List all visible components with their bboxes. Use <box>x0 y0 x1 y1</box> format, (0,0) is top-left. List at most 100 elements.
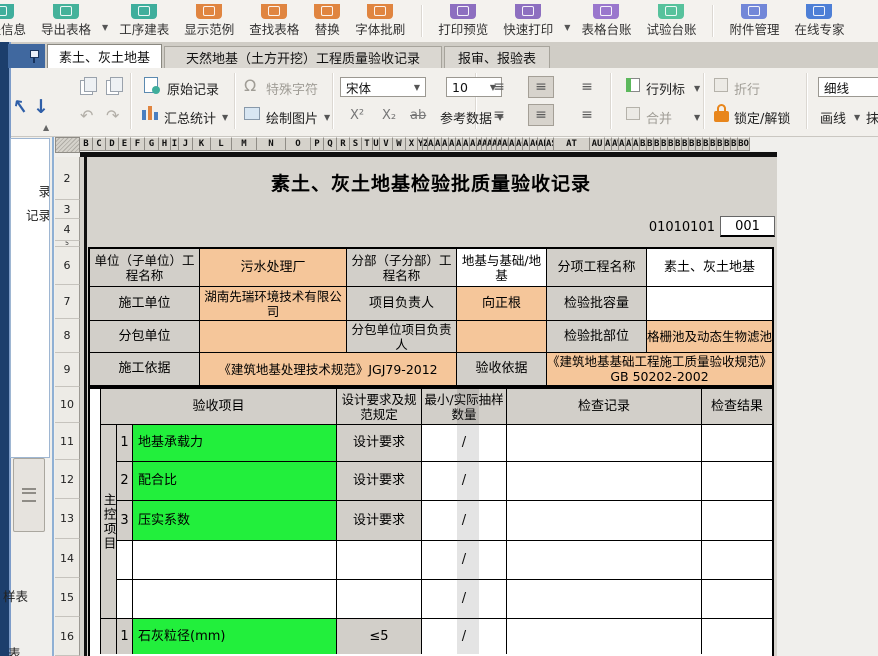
column-header-BM[interactable]: BM <box>724 137 731 151</box>
column-header-AO[interactable]: AO <box>516 137 523 151</box>
checklist-item-name[interactable]: 压实系数 <box>133 501 337 541</box>
valign-top-button[interactable]: ≡ <box>486 76 512 98</box>
checklist-item-name[interactable]: 配合比 <box>133 462 337 501</box>
row-header-14[interactable]: 14 <box>55 539 80 578</box>
column-header-BF[interactable]: BF <box>675 137 682 151</box>
redo-icon[interactable]: ↷ <box>106 106 119 125</box>
cell-project-leader-value[interactable]: 向正根 <box>457 287 547 321</box>
cell-subcontractor-leader-value[interactable] <box>457 321 547 353</box>
column-header-BK[interactable]: BK <box>710 137 717 151</box>
merge-cells-button[interactable]: 合并 <box>646 108 672 127</box>
column-header-AT[interactable]: AT <box>554 137 590 151</box>
column-header-AD[interactable]: AD <box>449 137 456 151</box>
row-header-9[interactable]: 9 <box>55 353 80 387</box>
column-header-BC[interactable]: BC <box>654 137 661 151</box>
checklist-inspection-result[interactable] <box>702 462 772 501</box>
column-header-BJ[interactable]: BJ <box>703 137 710 151</box>
column-header-U[interactable]: U <box>373 137 380 151</box>
row-header-2[interactable]: 2 <box>55 157 80 200</box>
checklist-sample-quantity[interactable]: / <box>422 619 507 654</box>
draw-picture-button[interactable]: 绘制图片 <box>266 108 318 127</box>
row-header-16[interactable]: 16 <box>55 617 80 656</box>
row-header-10[interactable]: 10 <box>55 387 80 423</box>
column-header-G[interactable]: G <box>145 137 159 151</box>
column-header-BA[interactable]: BA <box>640 137 647 151</box>
checklist-row-number[interactable]: 1 <box>117 619 133 654</box>
column-header-AW[interactable]: AW <box>612 137 619 151</box>
checklist-requirement[interactable] <box>337 580 422 619</box>
tab-natural-foundation-record[interactable]: 天然地基（土方开挖）工程质量验收记录 <box>164 46 442 68</box>
column-header-K[interactable]: K <box>193 137 211 151</box>
row-header-15[interactable]: 15 <box>55 578 80 617</box>
checklist-requirement[interactable]: 设计要求 <box>337 425 422 462</box>
cell-acceptance-basis-value[interactable]: 《建筑地基基础工程施工质量验收规范》GB 50202-2002 <box>547 353 772 385</box>
column-header-F[interactable]: F <box>131 137 145 151</box>
column-header-AQ[interactable]: AQ <box>530 137 538 151</box>
column-header-BI[interactable]: BI <box>696 137 703 151</box>
row-header-13[interactable]: 13 <box>55 499 80 539</box>
cell-unit-project-name-value[interactable]: 污水处理厂 <box>200 249 347 287</box>
column-header-AE[interactable]: AE <box>456 137 463 151</box>
toolbar-item-test-ledger[interactable]: 试验台账 <box>642 4 700 42</box>
column-header-W[interactable]: W <box>393 137 406 151</box>
column-header-H[interactable]: H <box>159 137 171 151</box>
checklist-sample-quantity[interactable]: / <box>422 462 507 501</box>
row-header-4[interactable]: 4 <box>55 219 80 241</box>
chevron-down-icon[interactable]: ▼ <box>324 113 330 122</box>
column-header-Q[interactable]: Q <box>324 137 337 151</box>
valign-middle-button[interactable]: ≡ <box>528 76 554 98</box>
checklist-item-name[interactable] <box>133 580 337 619</box>
column-header-V[interactable]: V <box>380 137 393 151</box>
checklist-sample-quantity[interactable]: / <box>422 425 507 462</box>
checklist-item-name[interactable]: 地基承载力 <box>133 425 337 462</box>
valign-bottom-button[interactable]: ≡ <box>574 76 600 98</box>
checklist-inspection-record[interactable] <box>507 425 702 462</box>
column-header-AY[interactable]: AY <box>626 137 633 151</box>
checklist-inspection-result[interactable] <box>702 619 772 654</box>
column-header-I[interactable]: I <box>171 137 179 151</box>
toolbar-item-process-build-table[interactable]: 工序建表 <box>115 4 173 42</box>
scroll-up-icon[interactable]: ▲ <box>43 123 49 132</box>
toolbar-item-font-brush[interactable]: 字体批刷 <box>351 4 409 42</box>
checklist-row-number[interactable]: 2 <box>117 462 133 501</box>
cell-construction-unit-value[interactable]: 湖南先瑞环境技术有限公司 <box>200 287 347 321</box>
column-header-R[interactable]: R <box>337 137 350 151</box>
column-header-E[interactable]: E <box>119 137 131 151</box>
special-char-button[interactable]: 特殊字符 <box>266 79 318 98</box>
checklist-inspection-record[interactable] <box>507 580 702 619</box>
column-header-BO[interactable]: BO <box>738 137 750 151</box>
cell-batch-capacity-value[interactable] <box>647 287 772 321</box>
column-header-C[interactable]: C <box>93 137 106 151</box>
checklist-sample-quantity[interactable]: / <box>422 580 507 619</box>
halign-right-button[interactable]: ≡ <box>574 104 600 126</box>
toolbar-item-print-preview[interactable]: 打印预览 <box>434 4 492 42</box>
original-record-button[interactable]: 原始记录 <box>167 79 219 98</box>
toolbar-item-replace[interactable]: 替换 <box>310 4 344 42</box>
column-header-BL[interactable]: BL <box>717 137 724 151</box>
row-header-7[interactable]: 7 <box>55 285 80 319</box>
checklist-inspection-result[interactable] <box>702 501 772 541</box>
column-header-AP[interactable]: AP <box>523 137 530 151</box>
font-name-select[interactable]: 宋体▼ <box>340 77 426 97</box>
column-header-AB[interactable]: AB <box>435 137 442 151</box>
checklist-inspection-record[interactable] <box>507 501 702 541</box>
checklist-requirement[interactable]: ≤5 <box>337 619 422 654</box>
reference-data-button[interactable]: 参考数据 <box>440 108 492 127</box>
draw-line-button[interactable]: 画线 <box>820 108 846 127</box>
checklist-sample-quantity[interactable]: / <box>422 541 507 580</box>
copy-icon[interactable] <box>80 80 93 95</box>
column-header-BE[interactable]: BE <box>668 137 675 151</box>
toolbar-item-table-ledger[interactable]: 表格台账 <box>577 4 635 42</box>
column-header-X[interactable]: X <box>406 137 418 151</box>
toolbar-item-project-info[interactable]: 工程信息 <box>0 4 30 42</box>
column-header-AN[interactable]: AN <box>509 137 516 151</box>
subscript-button[interactable]: X₂ <box>382 108 396 123</box>
toolbar-item-attachment-manager[interactable]: 附件管理 <box>725 4 783 42</box>
wrap-line-button[interactable]: 折行 <box>734 79 760 98</box>
checklist-row-number[interactable]: 1 <box>117 425 133 462</box>
halign-left-button[interactable]: ≡ <box>486 104 512 126</box>
row-header-12[interactable]: 12 <box>55 460 80 499</box>
column-header-BD[interactable]: BD <box>661 137 668 151</box>
cell-construction-basis-value[interactable]: 《建筑地基处理技术规范》JGJ79-2012 <box>200 353 457 385</box>
column-header-M[interactable]: M <box>232 137 257 151</box>
